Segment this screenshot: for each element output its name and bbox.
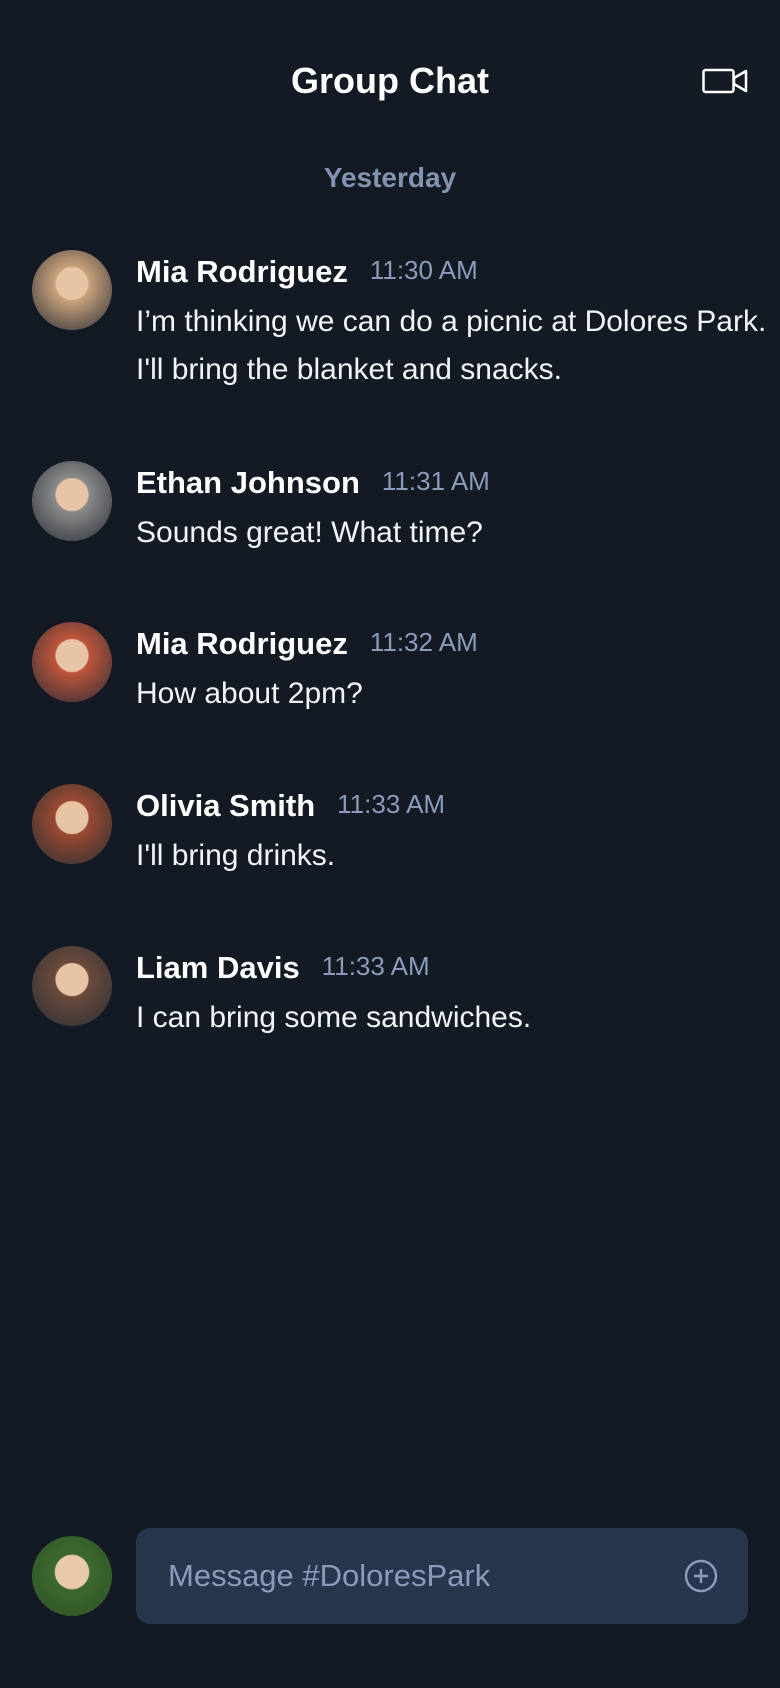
message-input-container bbox=[136, 1528, 748, 1624]
message-text: I can bring some sandwiches. bbox=[136, 1001, 532, 1034]
sender-name[interactable]: Ethan Johnson bbox=[136, 461, 360, 505]
header: Group Chat bbox=[0, 50, 780, 110]
sender-name[interactable]: Mia Rodriguez bbox=[136, 622, 348, 666]
avatar[interactable] bbox=[32, 461, 112, 541]
sender-name[interactable]: Olivia Smith bbox=[136, 784, 315, 828]
sender-name[interactable]: Mia Rodriguez bbox=[136, 250, 348, 294]
composer bbox=[0, 1528, 780, 1624]
video-camera-icon[interactable] bbox=[702, 66, 748, 96]
timestamp: 11:31 AM bbox=[381, 466, 490, 496]
plus-circle-icon[interactable] bbox=[684, 1559, 718, 1593]
timestamp: 11:33 AM bbox=[321, 951, 430, 981]
timestamp: 11:32 AM bbox=[369, 627, 478, 657]
avatar[interactable] bbox=[32, 946, 112, 1026]
avatar[interactable] bbox=[32, 622, 112, 702]
date-separator: Yesterday bbox=[323, 162, 457, 193]
sender-name[interactable]: Liam Davis bbox=[136, 946, 300, 990]
avatar[interactable] bbox=[32, 250, 112, 330]
avatar[interactable] bbox=[32, 784, 112, 864]
timestamp: 11:33 AM bbox=[337, 789, 446, 819]
page-title: Group Chat bbox=[291, 60, 489, 101]
message-text: I’m thinking we can do a picnic at Dolor… bbox=[136, 305, 767, 386]
timestamp: 11:30 AM bbox=[369, 255, 478, 285]
message-text: Sounds great! What time? bbox=[136, 516, 483, 549]
message-text: I'll bring drinks. bbox=[136, 839, 336, 872]
message-input[interactable] bbox=[168, 1528, 648, 1624]
avatar bbox=[32, 1536, 112, 1616]
message-text: How about 2pm? bbox=[136, 677, 363, 710]
